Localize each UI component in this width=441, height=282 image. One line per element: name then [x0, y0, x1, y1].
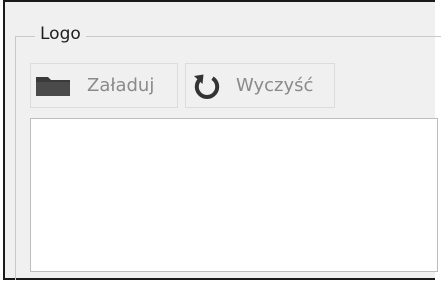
clear-button[interactable]: Wyczyść	[185, 63, 335, 108]
logo-panel: Logo Załaduj Wyczyść	[3, 0, 441, 280]
clear-button-label: Wyczyść	[236, 75, 314, 96]
load-button-label: Załaduj	[87, 75, 155, 96]
logo-preview-area	[30, 118, 438, 272]
groupbox-title: Logo	[35, 22, 86, 46]
folder-icon	[35, 75, 71, 97]
load-button[interactable]: Załaduj	[30, 63, 178, 108]
refresh-icon	[192, 71, 222, 101]
